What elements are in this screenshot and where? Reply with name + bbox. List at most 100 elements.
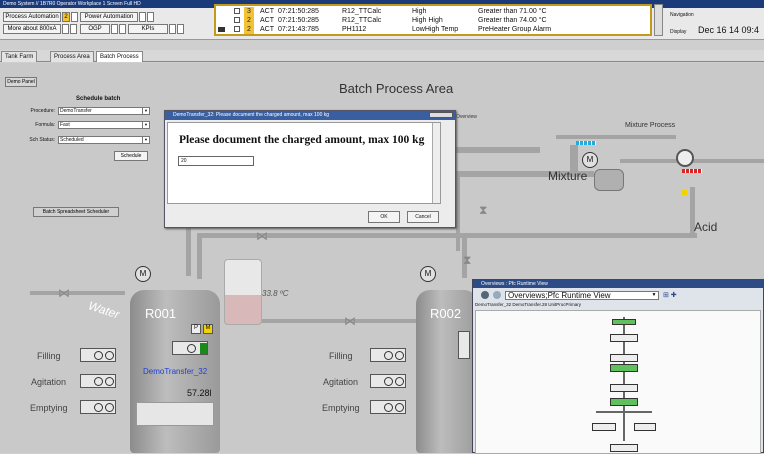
mixer-vessel[interactable]	[594, 169, 624, 191]
pfc-step[interactable]	[610, 334, 638, 342]
agitator-icon	[384, 377, 393, 386]
r002-motor-icon[interactable]: M	[420, 266, 436, 282]
schedule-heading: Schedule batch	[76, 96, 121, 102]
chevron-down-icon[interactable]: ▼	[650, 292, 658, 299]
pfc-step[interactable]	[634, 423, 656, 431]
r001-trend-panel[interactable]	[136, 402, 214, 426]
ogp-button[interactable]: OGP	[80, 24, 110, 34]
ok-button[interactable]: OK	[368, 211, 400, 223]
toolbar-square-button[interactable]	[71, 12, 78, 22]
toolbar-square-button[interactable]	[119, 24, 126, 34]
more-about-button[interactable]: More about 800xA	[3, 24, 61, 34]
formula-value: Fast	[60, 122, 70, 128]
process-automation-button[interactable]: Process Automation	[3, 12, 61, 22]
toolbar-square-button[interactable]	[139, 12, 146, 22]
r002-unit-controls[interactable]	[458, 331, 470, 359]
ack-checkbox[interactable]	[234, 26, 240, 32]
runtime-title-bar[interactable]: Overviews : Pfc Runtime View	[473, 280, 763, 288]
charged-amount-input[interactable]: 20	[178, 156, 254, 166]
dialog-scrollbar[interactable]	[432, 123, 440, 203]
pfc-diagram	[475, 310, 761, 454]
pin-icon[interactable]: ⊞ ✚	[663, 291, 693, 300]
mixer-motor-icon[interactable]: M	[582, 152, 598, 168]
run-indicator	[200, 343, 207, 354]
r001-emptying-control[interactable]	[80, 400, 116, 414]
r001-motor-icon[interactable]: M	[135, 266, 151, 282]
alarm-list[interactable]: 3 ACT 07:21:50:285 R12_TTCalc High Great…	[214, 4, 652, 36]
schedule-button[interactable]: Schedule	[114, 151, 148, 161]
r001-batch-link[interactable]: DemoTransfer_32	[143, 367, 207, 376]
pfc-step-active[interactable]	[610, 364, 638, 372]
alarm-row[interactable]: 2 ACT 07:21:43:785 PH1112 LowHigh Temp P…	[216, 25, 650, 34]
back-icon[interactable]	[481, 291, 489, 299]
chevron-down-icon[interactable]: ▼	[142, 108, 149, 114]
toolbar-square-button[interactable]	[111, 24, 118, 34]
mixture-process-label: Mixture Process	[625, 122, 676, 129]
kpis-button[interactable]: KPIs	[128, 24, 168, 34]
navigation-panel: Navigation Display Dec 16 14 09:4	[668, 10, 764, 38]
pfc-step[interactable]	[610, 384, 638, 392]
status-indicator	[576, 141, 596, 145]
pfc-branch-line	[596, 411, 652, 413]
valve-icon[interactable]: ⋈	[344, 314, 356, 328]
r001-tag-p[interactable]: P	[191, 324, 201, 334]
dialog-title: DemoTransfer_32: Please document the cha…	[173, 112, 330, 118]
pfc-step[interactable]	[592, 423, 616, 431]
tab-tank-farm[interactable]: Tank Farm	[1, 51, 38, 62]
cancel-button[interactable]: Cancel	[407, 211, 439, 223]
navigation-label[interactable]: Navigation	[670, 12, 694, 18]
r001-filling-control[interactable]	[80, 348, 116, 362]
valve-state-icon	[395, 377, 404, 386]
display-button[interactable]: Display	[670, 29, 686, 35]
forward-icon[interactable]	[493, 291, 501, 299]
procedure-select[interactable]: DemoTransfer ▼	[58, 107, 150, 115]
r001-tag-m[interactable]: M	[203, 324, 213, 334]
r002-filling-control[interactable]	[370, 348, 406, 362]
valve-icon[interactable]: ⋈	[58, 286, 70, 300]
formula-select[interactable]: Fast ▼	[58, 121, 150, 129]
dialog-title-bar[interactable]: DemoTransfer_32: Please document the cha…	[165, 111, 455, 120]
valve-icon[interactable]: ⧗	[463, 253, 471, 268]
r001-emptying-label: Emptying	[30, 403, 68, 413]
alarm-priority: 2	[244, 25, 254, 34]
alarm-count-badge[interactable]: 2	[62, 12, 70, 22]
chevron-down-icon[interactable]: ▼	[142, 122, 149, 128]
r002-emptying-control[interactable]	[370, 400, 406, 414]
toolbar-square-button[interactable]	[62, 24, 69, 34]
pipe	[456, 171, 460, 251]
r001-agitation-control[interactable]	[80, 374, 116, 388]
alarm-scrollbar[interactable]	[654, 4, 663, 36]
toolbar-square-button[interactable]	[70, 24, 77, 34]
window-controls-icon[interactable]	[429, 112, 453, 118]
toolbar-square-button[interactable]	[147, 12, 154, 22]
tab-batch-process[interactable]: Batch Process	[96, 51, 143, 62]
alarm-row[interactable]: 2 ACT 07:21:50:285 R12_TTCalc High High …	[216, 16, 650, 25]
alarm-row[interactable]: 3 ACT 07:21:50:285 R12_TTCalc High Great…	[216, 7, 650, 16]
batch-spreadsheet-button[interactable]: Batch Spreadsheet Scheduler	[33, 207, 119, 217]
ack-checkbox[interactable]	[234, 8, 240, 14]
address-field[interactable]: Overviews;Pfc Runtime View	[505, 291, 659, 300]
r001-name: R001	[145, 306, 177, 321]
toolbar-square-button[interactable]	[177, 24, 184, 34]
pfc-step[interactable]	[610, 444, 638, 452]
ack-checkbox[interactable]	[234, 17, 240, 23]
r001-unit-controls[interactable]	[172, 341, 208, 355]
valve-icon[interactable]: ⧗	[479, 203, 487, 218]
pfc-step-active[interactable]	[610, 398, 638, 406]
alarm-priority: 3	[244, 7, 254, 16]
demo-panel-button[interactable]: Demo Panel	[5, 77, 37, 87]
power-automation-button[interactable]: Power Automation	[80, 12, 138, 22]
valve-icon[interactable]: ⋈	[256, 229, 268, 243]
r002-agitation-control[interactable]	[370, 374, 406, 388]
pfc-step[interactable]	[610, 354, 638, 362]
toolbar-square-button[interactable]	[169, 24, 176, 34]
overview-link[interactable]: Overview	[456, 114, 477, 120]
pump-icon[interactable]	[676, 149, 694, 167]
status-select[interactable]: Scheduled ▼	[58, 136, 150, 144]
chevron-down-icon[interactable]: ▼	[142, 137, 149, 143]
tab-process-area[interactable]: Process Area	[50, 51, 94, 62]
storage-tank[interactable]	[224, 259, 262, 325]
alarm-status: ACT	[260, 17, 274, 24]
pfc-start-step[interactable]	[612, 319, 636, 325]
tab-bar: Tank Farm Process Area Batch Process	[0, 50, 764, 62]
